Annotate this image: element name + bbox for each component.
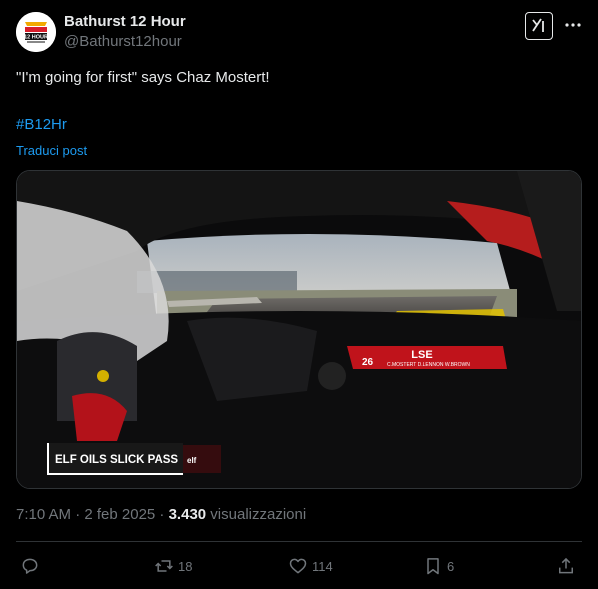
bathurst-logo: 12 HOUR (16, 12, 56, 52)
tweet-text: "I'm going for first" says Chaz Mostert! (16, 69, 270, 86)
reply-button[interactable] (20, 555, 44, 577)
like-count: 114 (312, 558, 333, 574)
svg-text:12 HOUR: 12 HOUR (24, 35, 48, 41)
divider (16, 541, 582, 542)
share-icon (559, 557, 573, 574)
timestamp[interactable]: 7:10 AM · 2 feb 2025 · (16, 506, 169, 523)
svg-text:LSE: LSE (411, 349, 432, 361)
bookmark-count: 6 (447, 558, 455, 574)
svg-text:C.MOSTERT D.LENNON W.BROWN: C.MOSTERT D.LENNON W.BROWN (387, 362, 470, 368)
hashtag-link[interactable]: #B12Hr (16, 116, 67, 133)
author-name[interactable]: Bathurst 12 Hour (64, 13, 186, 30)
share-button[interactable] (556, 555, 576, 577)
repost-button[interactable]: 18 (154, 555, 192, 577)
author-handle[interactable]: @Bathurst12hour (64, 33, 182, 50)
overlay-logo: elf (187, 456, 197, 465)
repost-count: 18 (178, 558, 193, 574)
like-icon (289, 558, 307, 574)
video-frame: 26 LSE C.MOSTERT D.LENNON W.BROWN ELF OI… (17, 171, 581, 488)
grok-icon[interactable] (525, 12, 553, 40)
avatar[interactable]: 12 HOUR (16, 12, 56, 52)
views-count: 3.430 (168, 506, 207, 523)
repost-icon (155, 560, 173, 572)
overlay-label: ELF OILS SLICK PASS (55, 454, 178, 466)
like-button[interactable]: 114 (288, 555, 333, 577)
tweet-meta: 7:10 AM · 2 feb 2025 · 3.430 visualizzaz… (16, 506, 306, 523)
video-player[interactable]: 26 LSE C.MOSTERT D.LENNON W.BROWN ELF OI… (16, 170, 582, 489)
bookmark-icon (427, 558, 439, 575)
bookmark-button[interactable]: 6 (423, 555, 454, 577)
svg-text:26: 26 (362, 357, 374, 368)
more-icon[interactable] (562, 14, 584, 36)
translate-post-link[interactable]: Traduci post (16, 143, 87, 158)
reply-icon (22, 558, 38, 574)
views-label: visualizzazioni (206, 506, 307, 523)
